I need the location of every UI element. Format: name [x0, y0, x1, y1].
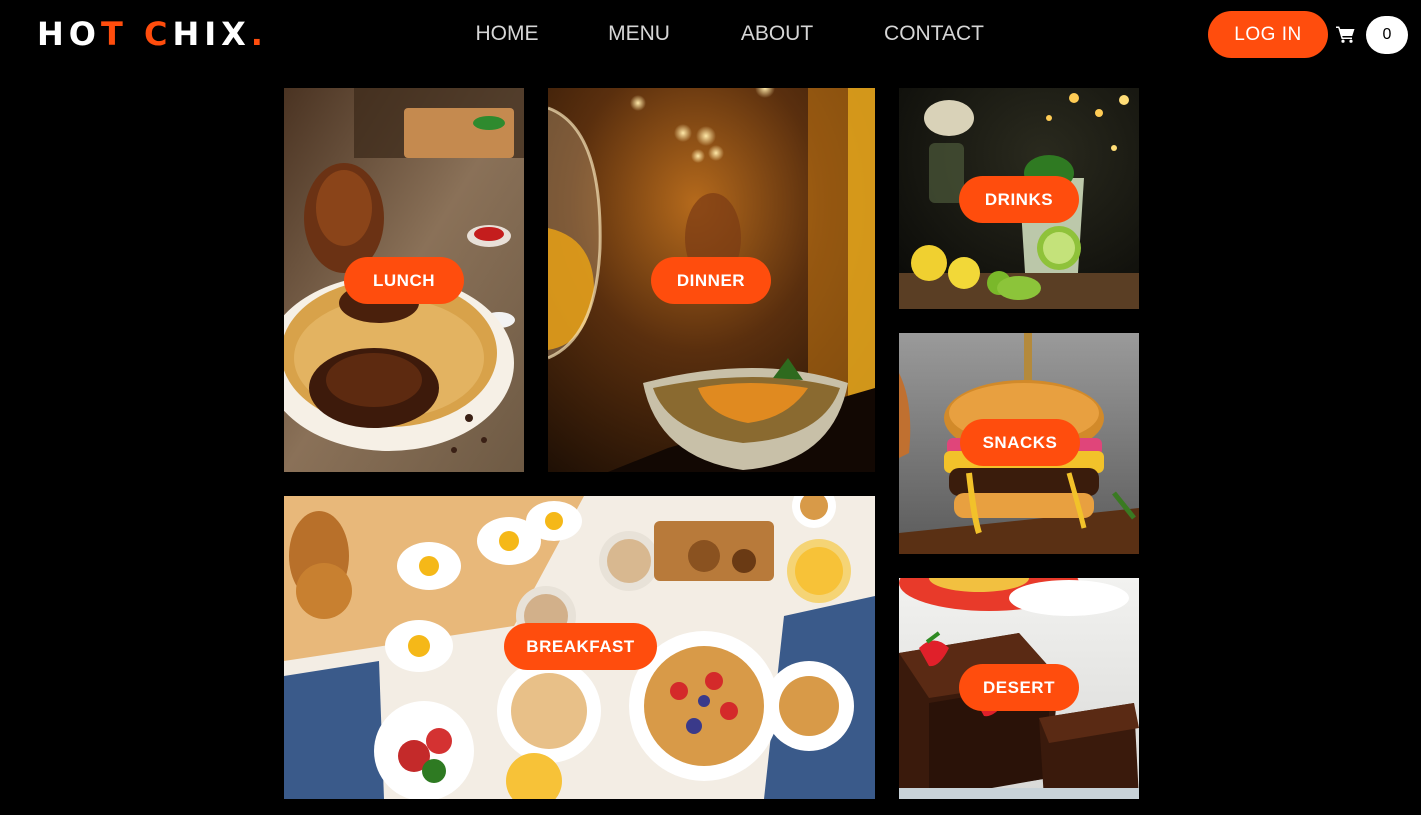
category-drinks-button[interactable]: DRINKS [959, 176, 1079, 223]
login-button[interactable]: LOG IN [1208, 11, 1328, 58]
category-tile-dinner[interactable]: DINNER [548, 88, 875, 472]
logo-text: HO [37, 15, 101, 53]
logo-text: C [127, 15, 173, 53]
category-lunch-button[interactable]: LUNCH [344, 257, 464, 304]
category-tile-desert[interactable]: DESERT [899, 578, 1139, 799]
category-tile-snacks[interactable]: SNACKS [899, 333, 1139, 554]
category-tile-drinks[interactable]: DRINKS [899, 88, 1139, 309]
nav-menu-link[interactable]: MENU [606, 18, 672, 50]
category-tile-breakfast[interactable]: BREAKFAST [284, 496, 875, 799]
category-breakfast-button[interactable]: BREAKFAST [504, 623, 657, 670]
cart-icon[interactable] [1336, 25, 1355, 43]
category-desert-button[interactable]: DESERT [959, 664, 1079, 711]
category-tile-lunch[interactable]: LUNCH [284, 88, 524, 472]
category-snacks-button[interactable]: SNACKS [960, 419, 1080, 466]
nav-contact-link[interactable]: CONTACT [882, 18, 986, 50]
nav-about-link[interactable]: ABOUT [737, 18, 817, 50]
logo-text: . [250, 15, 268, 53]
cart-count-badge[interactable]: 0 [1366, 16, 1408, 54]
logo-text: HIX [172, 15, 251, 53]
nav-home-link[interactable]: HOME [474, 18, 540, 50]
logo-text: T [100, 15, 128, 53]
brand-logo[interactable]: HOT CHIX. [37, 14, 268, 54]
category-dinner-button[interactable]: DINNER [651, 257, 771, 304]
